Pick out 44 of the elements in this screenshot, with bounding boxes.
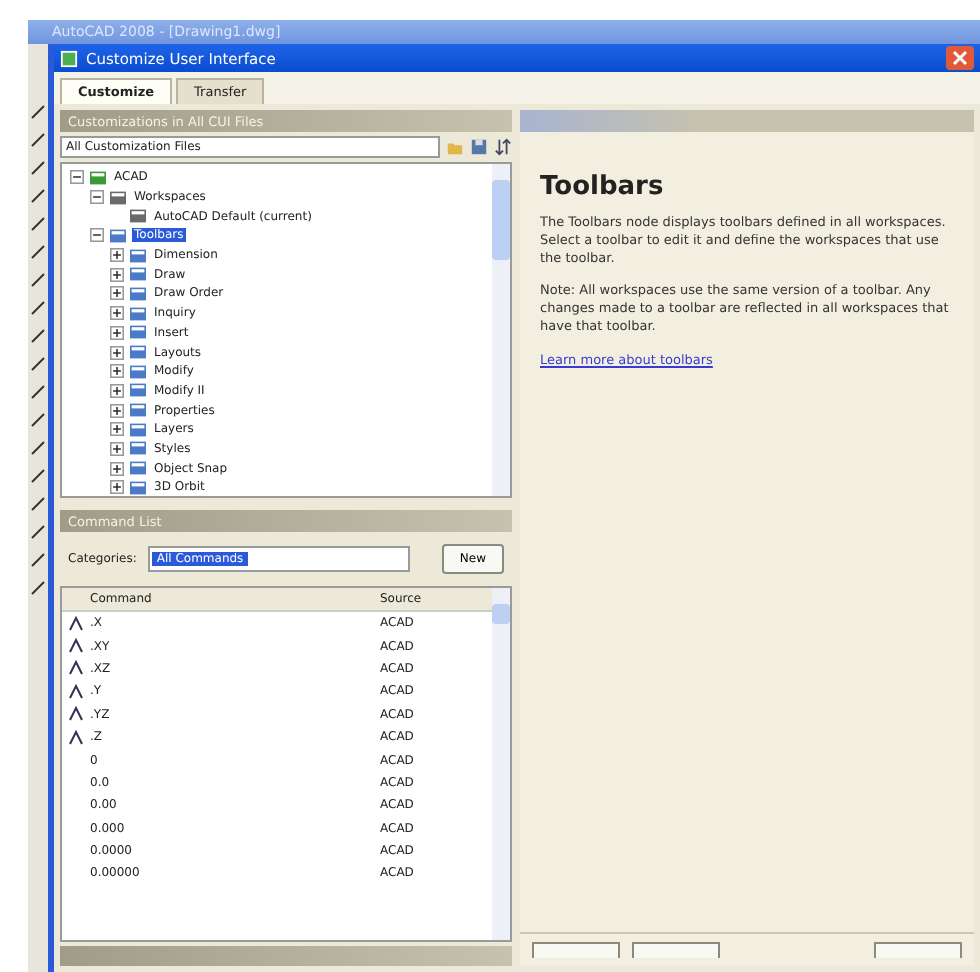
- node-icon: [128, 402, 148, 419]
- node-icon: [128, 324, 148, 341]
- expander-icon[interactable]: [110, 306, 124, 321]
- scroll-thumb[interactable]: [492, 180, 510, 260]
- node-icon: [128, 305, 148, 322]
- node-icon: [128, 247, 148, 264]
- node-icon: [128, 382, 148, 399]
- save-icon[interactable]: [470, 138, 488, 156]
- scrollbar[interactable]: [492, 588, 510, 940]
- node-icon: [128, 440, 148, 457]
- scroll-thumb[interactable]: [492, 604, 510, 624]
- expander-icon[interactable]: [110, 267, 124, 282]
- app-icon: [60, 49, 78, 67]
- expander-icon[interactable]: [110, 248, 124, 263]
- node-icon: [108, 189, 128, 206]
- expander-icon[interactable]: [110, 480, 124, 495]
- expander-icon[interactable]: [110, 441, 124, 456]
- expander-icon[interactable]: [110, 383, 124, 398]
- node-icon: [128, 285, 148, 302]
- scrollbar[interactable]: [492, 164, 510, 496]
- expander-icon[interactable]: [90, 228, 104, 243]
- expander-icon[interactable]: [110, 286, 124, 301]
- expander-icon[interactable]: [110, 422, 124, 437]
- expander-icon[interactable]: [110, 403, 124, 418]
- node-icon: [128, 344, 148, 361]
- node-icon: [128, 266, 148, 283]
- expander-icon[interactable]: [110, 364, 124, 379]
- dialog-button[interactable]: [532, 942, 620, 958]
- dialog-button[interactable]: [632, 942, 720, 958]
- expander-icon[interactable]: [110, 325, 124, 340]
- close-icon[interactable]: [946, 46, 974, 70]
- info-heading: Toolbars: [540, 172, 666, 202]
- expander-icon[interactable]: [70, 170, 84, 185]
- node-icon: [128, 208, 148, 225]
- sort-icon[interactable]: [494, 138, 512, 156]
- node-icon: [128, 363, 148, 380]
- dialog-button[interactable]: [874, 942, 962, 958]
- node-icon: [88, 169, 108, 186]
- expander-icon[interactable]: [110, 345, 124, 360]
- expander-icon[interactable]: [110, 461, 124, 476]
- node-icon: [128, 421, 148, 438]
- node-icon: [108, 227, 128, 244]
- node-icon: [128, 460, 148, 477]
- expander-icon[interactable]: [90, 190, 104, 205]
